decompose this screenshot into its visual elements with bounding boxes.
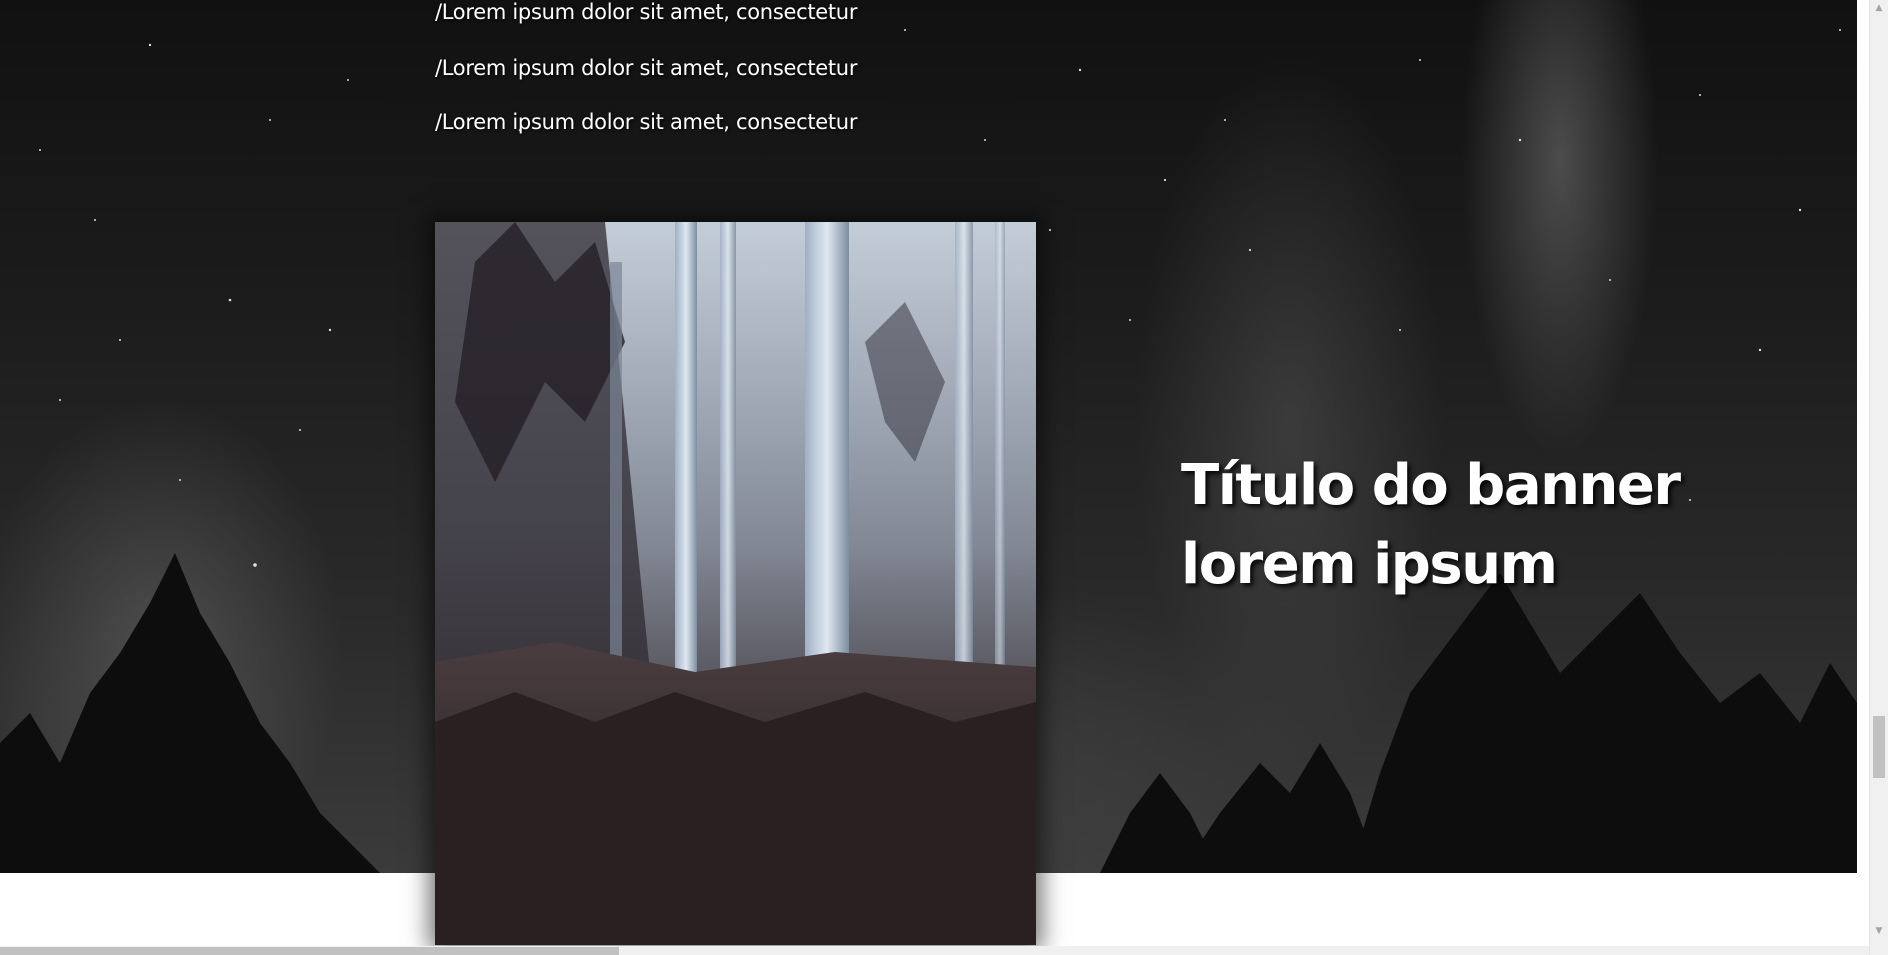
forest-photo: [435, 222, 1036, 945]
forest-illustration: [435, 222, 1036, 945]
vertical-scrollbar[interactable]: ▲ ▼: [1869, 0, 1888, 955]
triangle-down-icon[interactable]: ▼: [1870, 923, 1888, 939]
lorem-line-1: /Lorem ipsum dolor sit amet, consectetur: [435, 0, 858, 24]
horizontal-scrollbar[interactable]: [0, 946, 1869, 955]
triangle-up-icon[interactable]: ▲: [1870, 0, 1888, 16]
vertical-scrollbar-thumb[interactable]: [1873, 716, 1885, 778]
lorem-line-2: /Lorem ipsum dolor sit amet, consectetur: [435, 56, 858, 80]
page-viewport: /Lorem ipsum dolor sit amet, consectetur…: [0, 0, 1869, 955]
lorem-line-3: /Lorem ipsum dolor sit amet, consectetur: [435, 110, 858, 134]
banner-title-line-1: Título do banner: [1181, 453, 1681, 518]
banner-title-line-2: lorem ipsum: [1181, 532, 1558, 597]
horizontal-scrollbar-thumb[interactable]: [0, 947, 619, 955]
banner-title: Título do banner lorem ipsum: [1181, 446, 1781, 604]
